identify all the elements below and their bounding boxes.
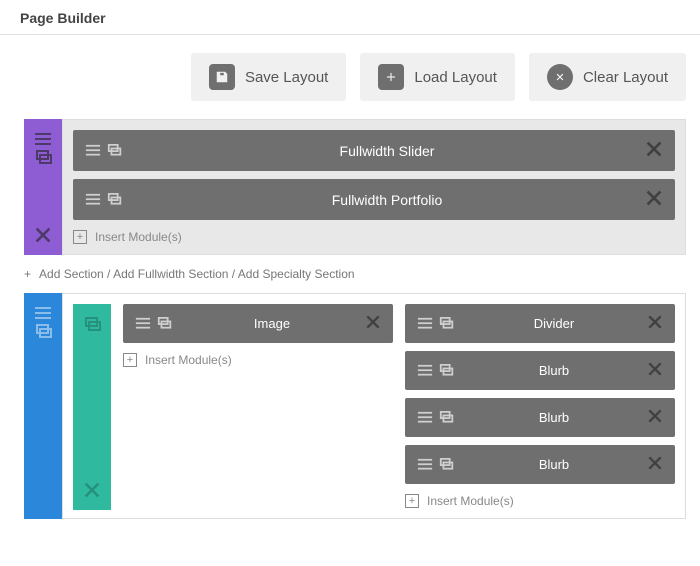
copy-icon bbox=[439, 317, 455, 331]
insert-module-link[interactable]: + Insert Module(s) bbox=[73, 228, 675, 246]
insert-module-link[interactable]: + Insert Module(s) bbox=[123, 351, 393, 369]
close-icon[interactable] bbox=[645, 189, 663, 210]
copy-icon bbox=[439, 364, 455, 378]
module-title: Divider bbox=[461, 316, 647, 331]
copy-icon bbox=[107, 144, 123, 158]
row-handle[interactable] bbox=[73, 304, 111, 510]
hamburger-icon bbox=[417, 364, 433, 378]
plus-icon: + bbox=[405, 494, 419, 508]
column-right: Divider Blurb Blurb bbox=[405, 304, 675, 510]
load-label: Load Layout bbox=[414, 69, 497, 86]
hamburger-icon bbox=[417, 458, 433, 472]
hamburger-icon bbox=[417, 317, 433, 331]
copy-icon bbox=[107, 193, 123, 207]
close-icon[interactable] bbox=[645, 140, 663, 161]
module-title: Blurb bbox=[461, 457, 647, 472]
close-icon[interactable] bbox=[647, 361, 663, 380]
add-section-label: Add Section / Add Fullwidth Section / Ad… bbox=[39, 267, 355, 281]
insert-label: Insert Module(s) bbox=[95, 230, 182, 244]
copy-icon[interactable] bbox=[34, 149, 52, 165]
copy-icon[interactable] bbox=[83, 316, 101, 332]
insert-label: Insert Module(s) bbox=[145, 353, 232, 367]
close-icon[interactable] bbox=[83, 482, 101, 498]
section-handle[interactable] bbox=[24, 293, 62, 519]
module-blurb[interactable]: Blurb bbox=[405, 445, 675, 484]
save-label: Save Layout bbox=[245, 69, 328, 86]
module-title: Blurb bbox=[461, 363, 647, 378]
module-fullwidth-portfolio[interactable]: Fullwidth Portfolio bbox=[73, 179, 675, 220]
toolbar: Save Layout Load Layout Clear Layout bbox=[0, 35, 700, 119]
section-body: Fullwidth Slider Fullwidth Portfolio + I… bbox=[62, 119, 686, 255]
module-title: Fullwidth Portfolio bbox=[129, 192, 645, 208]
close-icon[interactable] bbox=[647, 314, 663, 333]
section-fullwidth: Fullwidth Slider Fullwidth Portfolio + I… bbox=[24, 119, 686, 255]
close-icon[interactable] bbox=[647, 455, 663, 474]
row: Image + Insert Module(s) Divider bbox=[73, 304, 675, 510]
builder-area: Fullwidth Slider Fullwidth Portfolio + I… bbox=[0, 119, 700, 535]
hamburger-icon bbox=[417, 411, 433, 425]
module-fullwidth-slider[interactable]: Fullwidth Slider bbox=[73, 130, 675, 171]
copy-icon bbox=[157, 317, 173, 331]
module-title: Image bbox=[179, 316, 365, 331]
close-icon[interactable] bbox=[647, 408, 663, 427]
clear-icon bbox=[547, 64, 573, 90]
module-blurb[interactable]: Blurb bbox=[405, 398, 675, 437]
module-blurb[interactable]: Blurb bbox=[405, 351, 675, 390]
copy-icon bbox=[439, 458, 455, 472]
load-icon bbox=[378, 64, 404, 90]
module-image[interactable]: Image bbox=[123, 304, 393, 343]
module-title: Blurb bbox=[461, 410, 647, 425]
section-handle[interactable] bbox=[24, 119, 62, 255]
save-layout-button[interactable]: Save Layout bbox=[191, 53, 346, 101]
insert-module-link[interactable]: + Insert Module(s) bbox=[405, 492, 675, 510]
page-title: Page Builder bbox=[0, 0, 700, 35]
column-left: Image + Insert Module(s) bbox=[123, 304, 393, 510]
module-title: Fullwidth Slider bbox=[129, 143, 645, 159]
plus-icon: + bbox=[73, 230, 87, 244]
plus-icon: + bbox=[123, 353, 137, 367]
add-section-link[interactable]: + Add Section / Add Fullwidth Section / … bbox=[24, 261, 686, 293]
close-icon[interactable] bbox=[365, 314, 381, 333]
clear-layout-button[interactable]: Clear Layout bbox=[529, 53, 686, 101]
hamburger-icon[interactable] bbox=[34, 131, 52, 147]
save-icon bbox=[209, 64, 235, 90]
hamburger-icon bbox=[135, 317, 151, 331]
plus-icon: + bbox=[24, 267, 31, 281]
section-standard: Image + Insert Module(s) Divider bbox=[24, 293, 686, 519]
copy-icon[interactable] bbox=[34, 323, 52, 339]
hamburger-icon bbox=[85, 193, 101, 207]
hamburger-icon bbox=[85, 144, 101, 158]
hamburger-icon[interactable] bbox=[34, 305, 52, 321]
module-divider[interactable]: Divider bbox=[405, 304, 675, 343]
load-layout-button[interactable]: Load Layout bbox=[360, 53, 515, 101]
copy-icon bbox=[439, 411, 455, 425]
clear-label: Clear Layout bbox=[583, 69, 668, 86]
close-icon[interactable] bbox=[34, 227, 52, 243]
section-body: Image + Insert Module(s) Divider bbox=[62, 293, 686, 519]
insert-label: Insert Module(s) bbox=[427, 494, 514, 508]
